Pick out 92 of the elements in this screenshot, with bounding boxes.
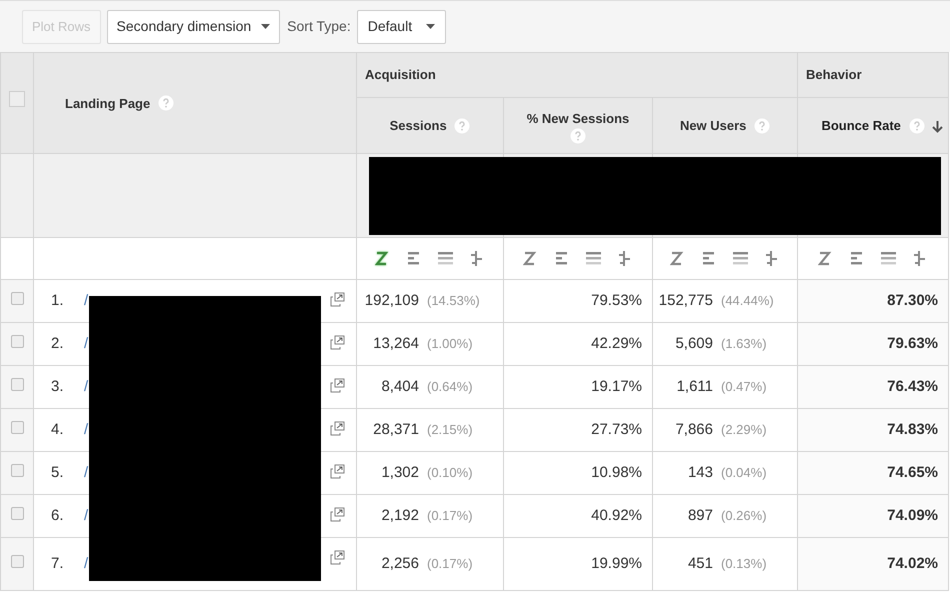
table-cell-text: (0.04%) — [720, 464, 768, 482]
open-page-icon[interactable] — [330, 335, 345, 350]
table-cell: 74.65% — [887, 464, 938, 481]
group-header: Behavior — [806, 67, 862, 82]
column-header[interactable]: Sessions — [390, 118, 447, 134]
checkbox[interactable] — [10, 292, 24, 305]
table-cell-text: (0.47%) — [720, 378, 768, 396]
open-page-icon[interactable] — [330, 550, 345, 565]
table-cell: 87.30% — [887, 292, 938, 309]
row-number: 5. — [51, 462, 65, 483]
secondary-dimension-dropdown[interactable]: Secondary dimension — [106, 10, 280, 44]
table-cell: 1,302 — [381, 464, 419, 481]
row-number: 1. — [51, 290, 65, 311]
column-header[interactable]: New Users — [680, 118, 746, 134]
branch-icon[interactable] — [468, 250, 485, 267]
stacked-lines-icon[interactable] — [437, 250, 454, 267]
open-page-icon[interactable] — [330, 292, 345, 307]
page-link[interactable]: / — [84, 290, 88, 312]
stacked-lines-icon[interactable] — [880, 250, 897, 267]
table-cell: 28,371 — [373, 420, 419, 438]
table-cell-text: (1.63%) — [720, 334, 768, 353]
caret-icon — [261, 24, 270, 29]
select-all-checkbox[interactable] — [9, 91, 25, 107]
table-cell-text: (44.44%) — [720, 292, 775, 310]
sort-arrow-icon[interactable] — [932, 121, 943, 133]
checkbox[interactable] — [10, 554, 24, 568]
checkbox[interactable] — [10, 506, 24, 520]
table-cell: 79.63% — [887, 334, 938, 352]
table-cell: 143 — [688, 464, 713, 481]
open-page-icon[interactable] — [330, 464, 345, 479]
checkbox[interactable] — [10, 464, 24, 477]
table-cell: 19.17% — [591, 378, 642, 395]
open-page-icon[interactable] — [330, 421, 345, 436]
table-cell-text: (0.64%) — [426, 378, 474, 396]
table-cell: 27.73% — [591, 420, 642, 438]
table-cell: 7,866 — [675, 420, 713, 438]
checkbox[interactable] — [10, 420, 24, 434]
row-number: 2. — [51, 334, 65, 354]
sort-type-label: Sort Type: — [287, 17, 351, 36]
table-cell-text: (0.17%) — [426, 554, 474, 573]
table-cell: 79.53% — [591, 292, 642, 309]
table-cell-text: (0.13%) — [720, 554, 768, 573]
branch-icon[interactable] — [763, 250, 780, 267]
page-link[interactable]: / — [84, 332, 88, 356]
table-cell: 1,611 — [676, 378, 713, 395]
row-number: 4. — [51, 420, 65, 440]
column-header[interactable]: % New Sessions — [526, 111, 630, 126]
checkbox[interactable] — [10, 378, 24, 391]
table-cell-text: (14.53%) — [426, 292, 481, 310]
page-link[interactable]: / — [84, 418, 88, 442]
table-cell: 40.92% — [591, 506, 642, 524]
row-number: 3. — [51, 376, 65, 397]
open-page-icon[interactable] — [330, 378, 345, 393]
table-cell: 152,775 — [658, 292, 713, 309]
table-cell-text: (2.29%) — [720, 420, 768, 439]
table-cell: 76.43% — [887, 378, 938, 395]
page-link[interactable]: / — [84, 376, 88, 398]
table-cell-text: (2.15%) — [426, 420, 474, 439]
branch-icon[interactable] — [911, 250, 928, 267]
table-cell: 2,192 — [381, 506, 419, 524]
open-page-icon[interactable] — [330, 507, 345, 522]
table-cell: 2,256 — [381, 554, 419, 572]
row-number: 6. — [51, 506, 65, 526]
table-cell: 74.83% — [887, 420, 938, 438]
table-cell: 5,609 — [675, 334, 713, 352]
table-cell: 74.02% — [887, 554, 938, 572]
table-cell-text: (1.00%) — [426, 334, 474, 353]
table-cell: 74.09% — [887, 506, 938, 524]
page-link[interactable]: / — [84, 504, 88, 528]
table-cell: 10.98% — [591, 464, 642, 481]
page-link[interactable]: / — [84, 462, 88, 484]
column-header[interactable]: Bounce Rate — [821, 118, 901, 134]
table-cell: 897 — [688, 506, 713, 524]
table-cell: 192,109 — [364, 292, 419, 309]
table-cell: 13,264 — [373, 334, 419, 352]
checkbox[interactable] — [10, 334, 24, 348]
row-number: 7. — [51, 554, 65, 574]
group-header: Acquisition — [365, 67, 436, 82]
table-cell: 19.99% — [591, 554, 642, 572]
page-link[interactable]: / — [84, 552, 88, 576]
sort-type-dropdown[interactable]: Default — [356, 10, 446, 44]
table-cell: 451 — [688, 554, 713, 572]
table-cell: 8,404 — [381, 378, 419, 395]
table-cell-text: (0.17%) — [426, 506, 474, 525]
branch-icon[interactable] — [616, 250, 633, 267]
table-cell: 42.29% — [591, 334, 642, 352]
column-header: Landing Page — [65, 96, 150, 111]
caret-icon — [426, 24, 436, 29]
table-cell-text: (0.26%) — [720, 506, 768, 525]
stacked-lines-icon[interactable] — [732, 250, 749, 267]
stacked-lines-icon[interactable] — [585, 250, 602, 267]
table-cell-text: (0.10%) — [426, 464, 474, 482]
